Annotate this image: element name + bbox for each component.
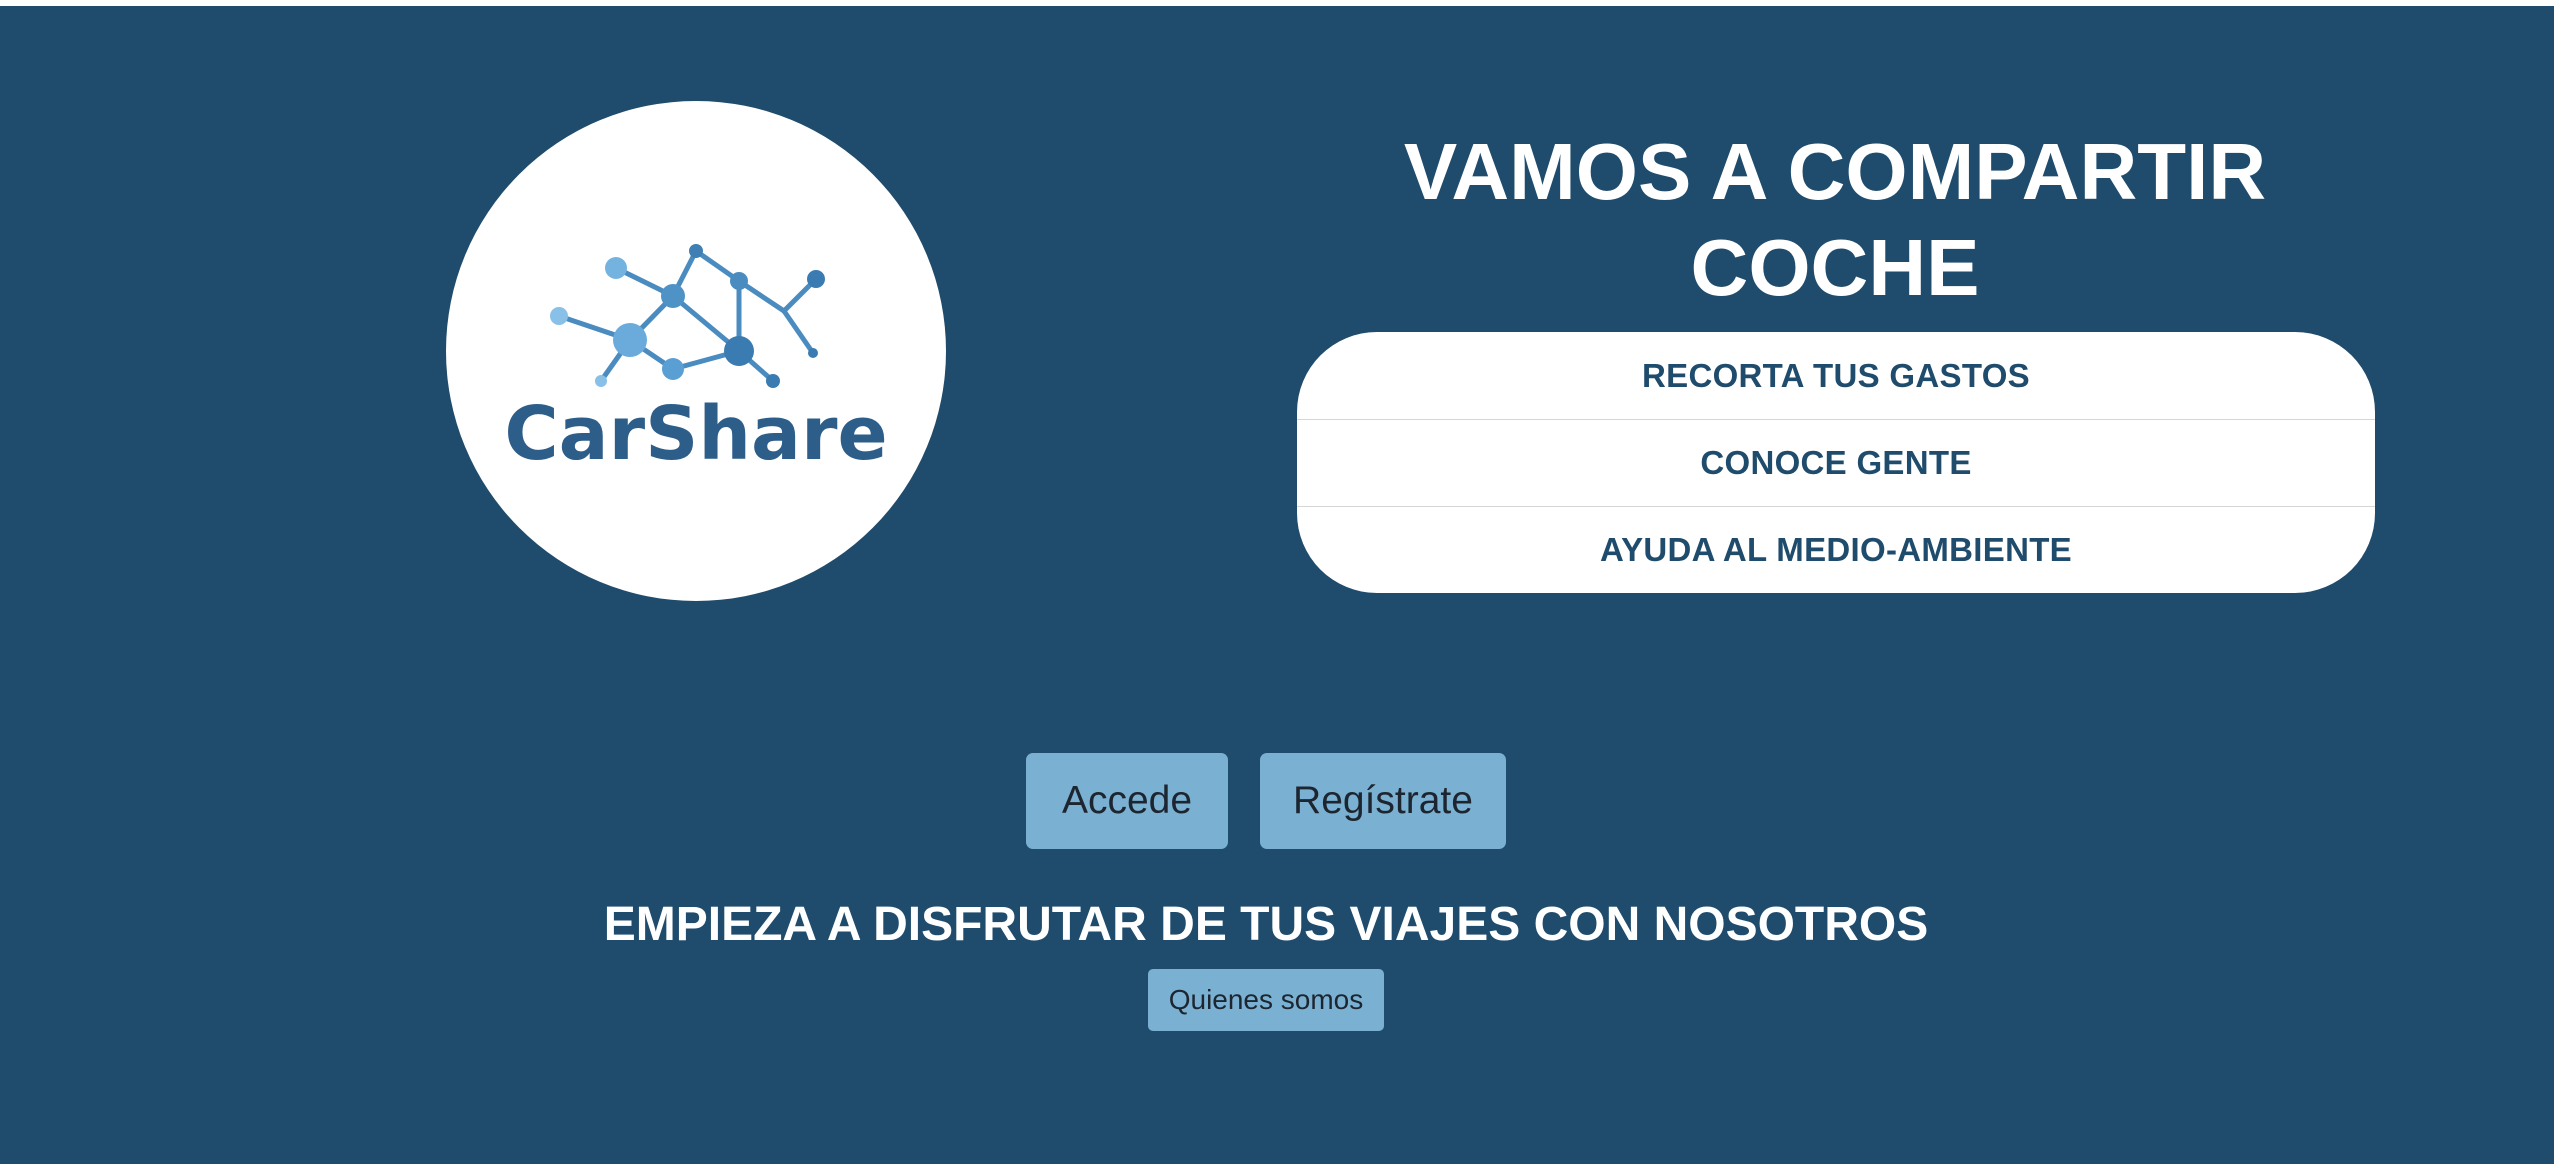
tagline: EMPIEZA A DISFRUTAR DE TUS VIAJES CON NO… [603, 898, 1929, 951]
about-us-button[interactable]: Quienes somos [1148, 969, 1384, 1031]
benefit-item-meet-people: CONOCE GENTE [1297, 419, 2375, 506]
network-logo-icon: CarShare [504, 244, 888, 477]
hero-title-line-2: COCHE [1690, 223, 1980, 312]
carshare-logo: CarShare [446, 101, 946, 601]
hero-title-line-1: VAMOS A COMPARTIR [1403, 127, 2267, 216]
benefit-item-environment: AYUDA AL MEDIO-AMBIENTE [1297, 506, 2375, 593]
login-button[interactable]: Accede [1026, 753, 1228, 849]
benefits-list: RECORTA TUS GASTOS CONOCE GENTE AYUDA AL… [1297, 332, 2375, 593]
landing-page: CarShare VAMOS A COMPARTIR COCHE RECORTA… [0, 6, 2554, 1164]
register-button[interactable]: Regístrate [1260, 753, 1506, 849]
benefit-item-save-costs: RECORTA TUS GASTOS [1642, 356, 2030, 394]
hero-title: VAMOS A COMPARTIR COCHE [1290, 124, 2380, 316]
logo-wordmark: CarShare [504, 391, 887, 477]
